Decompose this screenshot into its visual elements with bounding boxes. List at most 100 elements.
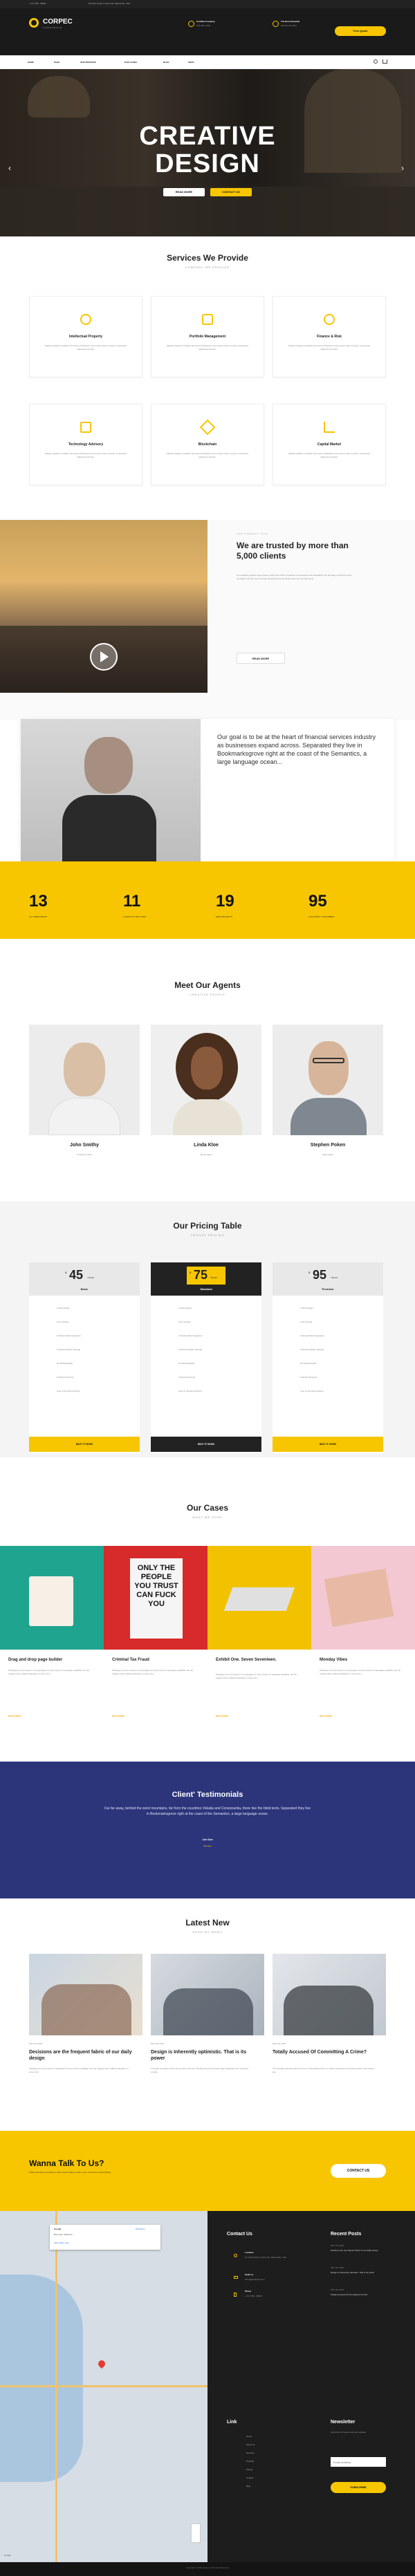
stats-bar — [0, 861, 415, 939]
nav-page[interactable]: PAGE — [54, 61, 59, 64]
case-bag — [29, 1576, 73, 1626]
free-quote-button[interactable]: Free Quote — [335, 26, 386, 36]
plan-price: 45 — [69, 1268, 84, 1282]
contact-us-button[interactable]: CONTACT US — [331, 2164, 386, 2178]
footer-link[interactable]: Home — [246, 2435, 252, 2438]
logo-subtext: CORPORATE — [43, 26, 62, 29]
footer-link[interactable]: Pricing — [246, 2468, 252, 2472]
hero-prev-arrow-icon[interactable]: ‹ — [8, 163, 11, 173]
buy-now-button[interactable]: BUY IT NOW — [29, 1437, 140, 1452]
footer-link[interactable]: Contact — [246, 2476, 253, 2480]
agent-role: Senior Agent — [200, 1153, 212, 1156]
nav-home[interactable]: HOME — [28, 61, 34, 64]
stat-number: 95 — [308, 892, 327, 911]
news-title-link[interactable]: Design is Inherently optimistic. That is… — [151, 2049, 261, 2062]
coins-icon — [324, 314, 335, 325]
subscribe-button[interactable]: SUBSCRIBE — [331, 2482, 386, 2493]
award-sub: Solution Provider — [281, 24, 297, 27]
logo-text[interactable]: CORPEC — [43, 18, 73, 26]
buy-now-button[interactable]: BUY IT NOW — [151, 1437, 261, 1452]
hero-contact-button[interactable]: CONTACT US — [210, 188, 252, 196]
post-title[interactable]: Design is Inherently optimistic. That is… — [331, 2271, 389, 2275]
nav-cases[interactable]: OUR CASES — [124, 61, 137, 64]
phone-value[interactable]: + 01 7789 - 28930 — [245, 2295, 261, 2298]
agent-name[interactable]: Linda Kloe — [151, 1143, 261, 1148]
newsletter-email-input[interactable] — [331, 2457, 386, 2467]
case-read-more[interactable]: READ MORE — [216, 1715, 228, 1718]
search-icon[interactable] — [374, 59, 378, 64]
agent-body — [290, 1098, 367, 1135]
cta-text: Please feel free to contact us. We're su… — [29, 2171, 111, 2174]
buy-now-button[interactable]: BUY IT NOW — [273, 1437, 383, 1452]
hero-read-more-button[interactable]: READ MORE — [163, 188, 205, 196]
footer-contact-title: Contact Us — [227, 2232, 252, 2237]
case-title[interactable]: Monday Vibes — [320, 1658, 409, 1662]
map-directions-link[interactable]: Directions — [136, 2228, 145, 2231]
cases-subtitle: WHAT WE DONE — [192, 1515, 223, 1519]
plan-feature: Unlimited Hidden Storage — [300, 1348, 324, 1351]
plan-feature: Free Hosting — [57, 1320, 69, 1323]
newsletter-text: Subscribe for latest news and updates. — [331, 2431, 367, 2434]
case-title[interactable]: Drag and drop page builder — [8, 1658, 98, 1662]
testimonial-section — [0, 1762, 415, 1898]
hero-next-arrow-icon[interactable]: › — [401, 163, 404, 173]
case-title[interactable]: Exhibit One. Seven Seventeen. — [216, 1658, 292, 1662]
case-shapes — [223, 1587, 295, 1611]
news-date: MAY 28, 2018 — [29, 2042, 42, 2045]
service-text: Aliquam dapibus Curabitur fermentum Phas… — [166, 344, 249, 351]
map-address: Bay Area, California — [54, 2233, 73, 2236]
news-date: MAY 28, 2018 — [273, 2042, 286, 2045]
case-text: Passages of Lorem Ipsum is of passages o… — [320, 1669, 401, 1675]
shield-icon — [80, 314, 91, 325]
businessman-head — [84, 737, 133, 794]
nav-blog[interactable]: BLOG — [163, 61, 169, 64]
plan-feature: 2 Web Design — [300, 1307, 313, 1309]
plan-currency: $ — [308, 1271, 311, 1274]
stat-label: ALL TIME EVENTS — [29, 915, 48, 918]
agent-role: Founder & CEO — [77, 1153, 92, 1156]
cert-title: Certified Company — [196, 20, 215, 23]
service-title: Technology Advisory — [68, 442, 104, 447]
stat-number: 13 — [29, 892, 48, 911]
plan-feature: Unlimited Security — [178, 1376, 196, 1379]
service-title: Intellectual Property — [68, 335, 103, 339]
case-read-more[interactable]: READ MORE — [8, 1715, 21, 1718]
map-place: Google — [54, 2228, 62, 2230]
footer-link[interactable]: About Us — [246, 2443, 255, 2447]
news-title-link[interactable]: Decisions are the frequent fabric of our… — [29, 2049, 140, 2062]
nav-services[interactable]: OUR SERVICES — [80, 61, 96, 64]
logo-icon[interactable] — [29, 18, 39, 28]
stat-label: CLIENTS IN THIS YEAR — [123, 915, 147, 918]
service-title: Capital Market — [317, 442, 342, 447]
news-text: The average business law firm is from a … — [273, 2067, 375, 2073]
plan-feature: Unlimited Security — [57, 1376, 74, 1379]
service-text: Aliquam dapibus Curabitur fermentum Phas… — [288, 344, 371, 351]
case-read-more[interactable]: READ MORE — [112, 1715, 124, 1718]
map-larger-link[interactable]: View larger map — [54, 2241, 69, 2245]
post-title[interactable]: Decisions are the frequent fabric of our… — [331, 2249, 389, 2252]
nav-shop[interactable]: SHOP — [188, 61, 194, 64]
footer-link[interactable]: Services — [246, 2452, 255, 2455]
agent-face — [64, 1043, 105, 1096]
cart-icon[interactable] — [382, 59, 387, 64]
email-value[interactable]: demo@example.com — [245, 2278, 264, 2281]
footer-link[interactable]: Portfolio — [246, 2460, 254, 2463]
news-subtitle: READ MY NEWS — [192, 1930, 223, 1934]
map-zoom-control[interactable] — [191, 2523, 201, 2543]
news-title-link[interactable]: Totally Accused Of Committing A Crime? — [273, 2049, 383, 2055]
plan-price: 95 — [313, 1268, 327, 1282]
agents-title: Meet Our Agents — [174, 980, 241, 990]
plan-feature: Free on Demand Hosting — [178, 1390, 202, 1392]
about-read-more-button[interactable]: READ MORE — [237, 653, 285, 664]
agent-name[interactable]: Stephen Poken — [273, 1143, 383, 1148]
play-triangle — [100, 651, 109, 662]
plan-name: Standard — [200, 1287, 212, 1291]
footer-link[interactable]: Blog — [246, 2485, 250, 2488]
case-read-more[interactable]: READ MORE — [320, 1715, 332, 1718]
plan-currency: $ — [65, 1271, 67, 1274]
agent-body — [173, 1099, 242, 1135]
agent-name[interactable]: John Smithy — [29, 1143, 140, 1148]
case-title[interactable]: Criminal Tax Fraud — [112, 1658, 202, 1662]
post-title[interactable]: Totally Accused Of Committing A Crime? — [331, 2293, 389, 2297]
location-icon — [234, 2254, 237, 2257]
